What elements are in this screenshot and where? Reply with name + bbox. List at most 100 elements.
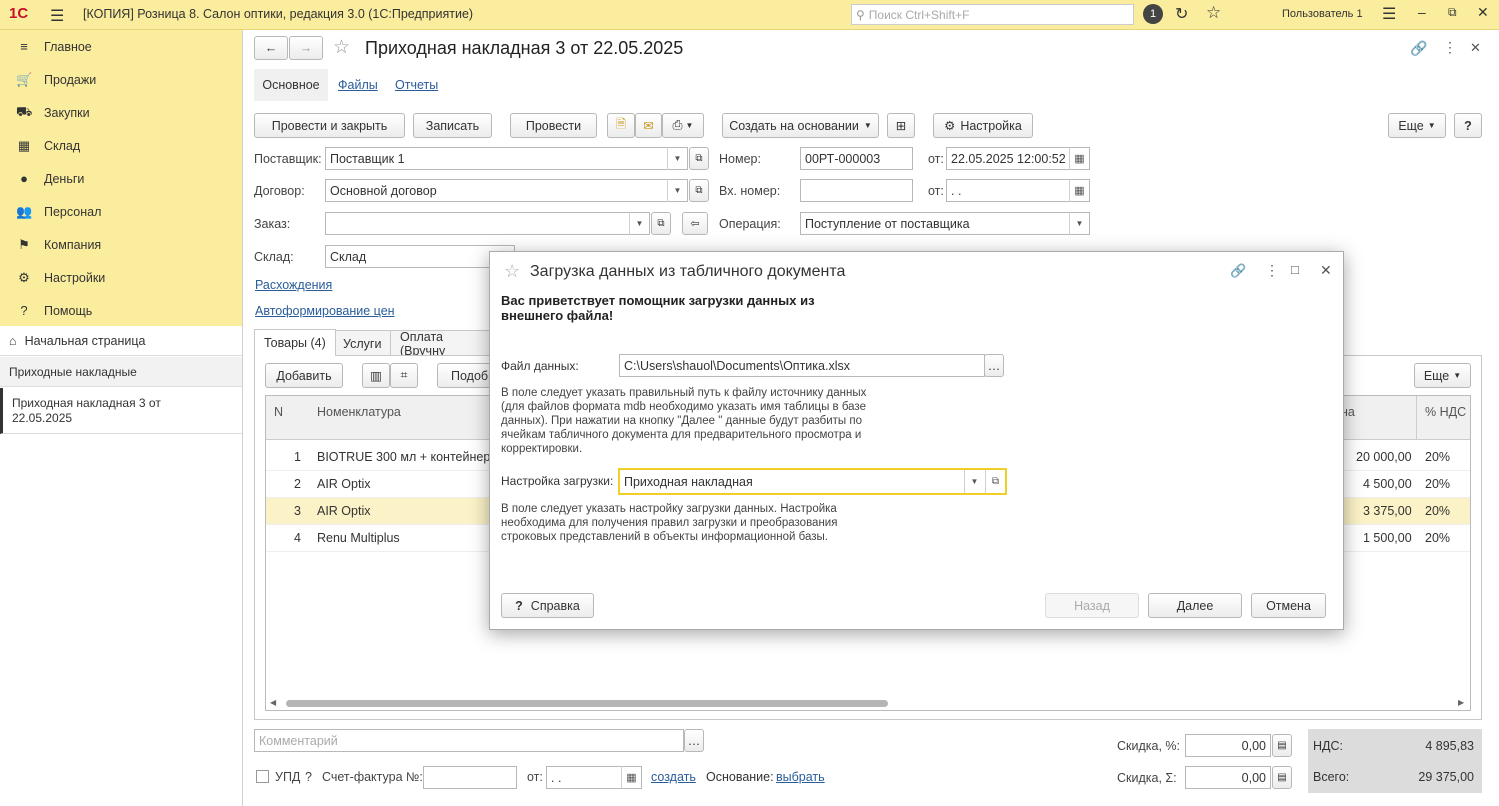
- favorite-star-icon[interactable]: ☆: [333, 36, 350, 59]
- email-icon[interactable]: ✉: [635, 113, 662, 138]
- user-name[interactable]: Пользователь 1: [1282, 8, 1363, 20]
- data-file-field[interactable]: C:\Users\shauol\Documents\Оптика.xlsx: [619, 354, 985, 377]
- number-field[interactable]: 00РТ-000003: [800, 147, 913, 170]
- date-field[interactable]: 22.05.2025 12:00:52 ▦: [946, 147, 1090, 170]
- upd-help-icon[interactable]: ?: [305, 770, 312, 784]
- calculator-icon[interactable]: ▤: [1272, 734, 1292, 757]
- tab-goods[interactable]: Товары (4): [254, 329, 336, 356]
- browse-file-button[interactable]: …: [984, 354, 1004, 377]
- comment-expand-button[interactable]: …: [684, 729, 704, 752]
- sidebar-item-warehouse[interactable]: ▦ Склад: [0, 129, 242, 162]
- operation-field[interactable]: Поступление от поставщика ▼: [800, 212, 1090, 235]
- minimize-icon[interactable]: –: [1418, 4, 1426, 20]
- chevron-down-icon[interactable]: ▼: [1069, 212, 1089, 235]
- invoice-number-field[interactable]: [423, 766, 517, 789]
- post-and-close-button[interactable]: Провести и закрыть: [254, 113, 405, 138]
- structure-icon[interactable]: ⊞: [887, 113, 915, 138]
- more-button[interactable]: Еще ▼: [1388, 113, 1446, 138]
- maximize-icon[interactable]: □: [1291, 262, 1299, 277]
- scroll-right-icon[interactable]: ▶: [1458, 698, 1464, 707]
- sidebar-item-settings[interactable]: ⚙ Настройки: [0, 261, 242, 294]
- post-button[interactable]: Провести: [510, 113, 597, 138]
- calendar-icon[interactable]: ▦: [1069, 179, 1089, 202]
- add-row-button[interactable]: Добавить: [265, 363, 343, 388]
- hamburger-icon[interactable]: ☰: [50, 6, 64, 26]
- chevron-down-icon[interactable]: ▼: [667, 147, 687, 170]
- settings-menu-icon[interactable]: ☰: [1382, 4, 1396, 24]
- in-number-field[interactable]: [800, 179, 913, 202]
- chevron-down-icon[interactable]: ▼: [667, 179, 687, 202]
- chevron-down-icon[interactable]: ▼: [629, 212, 649, 235]
- scroll-left-icon[interactable]: ◀: [270, 698, 276, 707]
- calendar-icon[interactable]: ▦: [621, 766, 641, 789]
- global-search[interactable]: ⚲ Поиск Ctrl+Shift+F: [851, 4, 1134, 25]
- expenses-link[interactable]: Расхождения: [255, 278, 332, 292]
- close-icon[interactable]: ✕: [1320, 262, 1332, 279]
- sidebar-item-purchases[interactable]: ⛟ Закупки: [0, 96, 242, 129]
- sidebar-item-sales[interactable]: 🛒 Продажи: [0, 63, 242, 96]
- settings-button[interactable]: ⚙ Настройка: [933, 113, 1033, 138]
- tab-reports[interactable]: Отчеты: [395, 78, 438, 92]
- more-vertical-icon[interactable]: ⋮: [1443, 39, 1457, 56]
- scanner-icon[interactable]: ⌗: [390, 363, 418, 388]
- print-button[interactable]: ⎙ ▼: [662, 113, 704, 138]
- discount-sum-field[interactable]: 0,00: [1185, 766, 1271, 789]
- comment-field[interactable]: Комментарий: [254, 729, 684, 752]
- open-order-icon[interactable]: ⧉: [651, 212, 671, 235]
- sidebar-item-main[interactable]: ≡ Главное: [0, 30, 242, 63]
- close-icon[interactable]: ✕: [1477, 4, 1489, 21]
- more-vertical-icon[interactable]: ⋮: [1265, 262, 1279, 279]
- sidebar-item-help[interactable]: ? Помощь: [0, 294, 242, 327]
- pick-button[interactable]: Подобр: [437, 363, 492, 388]
- notifications-icon[interactable]: 1: [1143, 4, 1163, 24]
- sidebar-item-staff[interactable]: 👥 Персонал: [0, 195, 242, 228]
- forward-button[interactable]: →: [289, 36, 323, 60]
- create-based-on-button[interactable]: Создать на основании ▼: [722, 113, 879, 138]
- create-invoice-link[interactable]: создать: [651, 770, 696, 784]
- in-date-field[interactable]: . . ▦: [946, 179, 1090, 202]
- open-window-current-invoice[interactable]: Приходная накладная 3 от 22.05.2025: [0, 388, 242, 434]
- favorite-star-icon[interactable]: ☆: [504, 261, 520, 282]
- horizontal-scrollbar[interactable]: [286, 700, 888, 707]
- link-icon[interactable]: 🔗: [1410, 40, 1427, 57]
- calculator-icon[interactable]: ▤: [1272, 766, 1292, 789]
- link-icon[interactable]: 🔗: [1230, 263, 1246, 279]
- history-icon[interactable]: ↻: [1175, 4, 1188, 24]
- calendar-icon[interactable]: ▦: [1069, 147, 1089, 170]
- attach-file-icon[interactable]: 🗎: [607, 113, 635, 138]
- discount-pct-field[interactable]: 0,00: [1185, 734, 1271, 757]
- home-page-link[interactable]: ⌂ Начальная страница: [0, 326, 242, 356]
- tab-main[interactable]: Основное: [254, 69, 328, 101]
- restore-icon[interactable]: ⧉: [1448, 5, 1457, 20]
- contract-field[interactable]: Основной договор ▼: [325, 179, 688, 202]
- load-setting-field[interactable]: Приходная накладная ▼ ⧉: [618, 468, 1007, 495]
- tab-services[interactable]: Услуги: [333, 330, 392, 356]
- open-contract-icon[interactable]: ⧉: [689, 179, 709, 202]
- favorites-star-icon[interactable]: ☆: [1206, 3, 1221, 23]
- help-button[interactable]: ?: [1454, 113, 1482, 138]
- tab-files[interactable]: Файлы: [338, 78, 378, 92]
- warehouse-field[interactable]: Склад: [325, 245, 515, 268]
- back-button[interactable]: Назад: [1045, 593, 1139, 618]
- cancel-button[interactable]: Отмена: [1251, 593, 1326, 618]
- next-button[interactable]: Далее: [1148, 593, 1242, 618]
- close-doc-icon[interactable]: ✕: [1470, 40, 1481, 56]
- table-more-button[interactable]: Еще ▼: [1414, 363, 1471, 388]
- open-setting-icon[interactable]: ⧉: [985, 470, 1005, 493]
- autoprice-link[interactable]: Автоформирование цен: [255, 304, 395, 318]
- supplier-field[interactable]: Поставщик 1 ▼: [325, 147, 688, 170]
- basis-select-link[interactable]: выбрать: [776, 770, 825, 784]
- chevron-down-icon[interactable]: ▼: [964, 470, 984, 493]
- tab-payment[interactable]: Оплата (Вручну: [390, 330, 490, 356]
- invoice-date-field[interactable]: . . ▦: [546, 766, 642, 789]
- save-button[interactable]: Записать: [413, 113, 492, 138]
- fill-from-order-icon[interactable]: ⇦: [682, 212, 708, 235]
- sidebar-item-money[interactable]: ● Деньги: [0, 162, 242, 195]
- sidebar-item-company[interactable]: ⚑ Компания: [0, 228, 242, 261]
- open-supplier-icon[interactable]: ⧉: [689, 147, 709, 170]
- upd-checkbox[interactable]: [256, 770, 269, 783]
- barcode-icon[interactable]: ▥: [362, 363, 390, 388]
- back-button[interactable]: ←: [254, 36, 288, 60]
- open-window-invoices[interactable]: Приходные накладные: [0, 357, 242, 387]
- help-button[interactable]: ? Справка: [501, 593, 594, 618]
